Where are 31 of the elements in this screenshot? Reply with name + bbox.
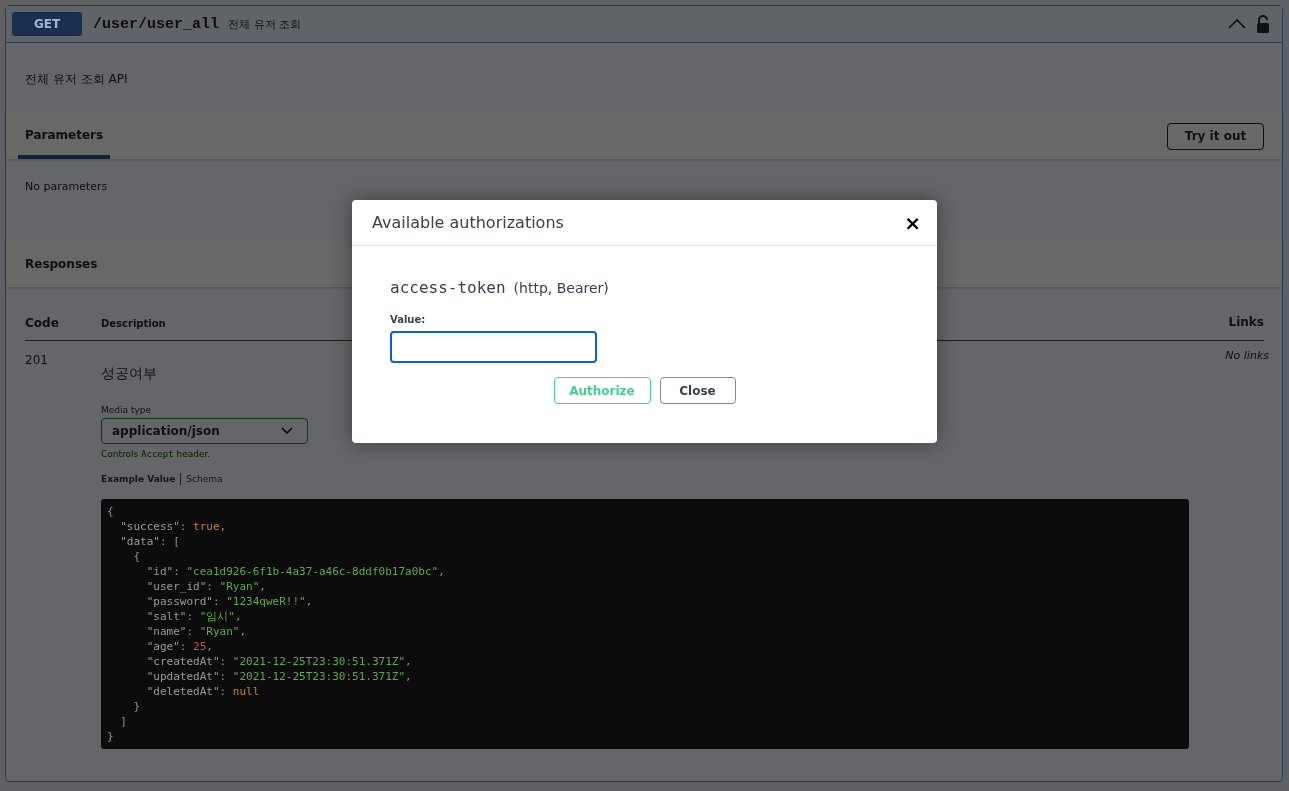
no-links-text: No links	[1225, 349, 1269, 364]
dropdown-chevron-icon	[281, 427, 293, 435]
scheme-name: access-token	[390, 278, 506, 297]
controls-accept-note: Controls Accept header.	[101, 449, 212, 459]
endpoint-description: 전체 유저 조회 API	[25, 72, 128, 86]
media-type-label: Media type	[101, 405, 152, 415]
value-input-field[interactable]	[390, 331, 597, 363]
close-button[interactable]: Close	[659, 377, 736, 404]
column-header: Links	[1228, 314, 1264, 329]
dialog-title: Available authorizations	[372, 213, 564, 232]
column-header: Description	[101, 318, 166, 329]
method-badge: GET	[12, 12, 82, 36]
column-header: Code	[25, 316, 59, 330]
example-code-block: { "success": true, "data": [ { "id": "cea1d926-6f1b-4a37-a46c-8ddf0b17a0bc", "user_id": "Ryan", "password": "1234qweR!!", "salt": "임시", "name": "Ryan", "age": 25, "createdAt": "2021-12-25T23:30:51.371Z", "updatedAt": "2021-12-25T23:30:51.371Z", "deletedAt": null } ] }	[101, 499, 1189, 749]
media-type-select[interactable]: application/json	[101, 418, 308, 444]
responses-title: Responses	[25, 257, 98, 271]
example-tab[interactable]: Schema	[186, 474, 223, 484]
response-code: 201	[25, 353, 48, 367]
example-tab[interactable]: Example Value	[101, 474, 176, 484]
endpoint-summary: 전체 유저 조회	[228, 16, 302, 32]
no-parameters-text: No parameters	[25, 180, 108, 193]
parameters-tab[interactable]: Parameters	[18, 128, 111, 159]
response-description: 성공여부	[101, 365, 158, 383]
value-label: Value:	[390, 314, 427, 325]
operation-header[interactable]: GET /user/user_all 전체 유저 조회	[6, 6, 1282, 43]
try-it-out-button[interactable]: Try it out	[1167, 122, 1264, 150]
collapse-chevron-icon[interactable]	[1228, 19, 1246, 29]
lock-icon[interactable]	[1256, 15, 1270, 33]
endpoint-path: /user/user_all	[93, 15, 220, 33]
scheme-type: (http, Bearer)	[513, 280, 609, 296]
authorize-button[interactable]: Authorize	[553, 377, 651, 404]
